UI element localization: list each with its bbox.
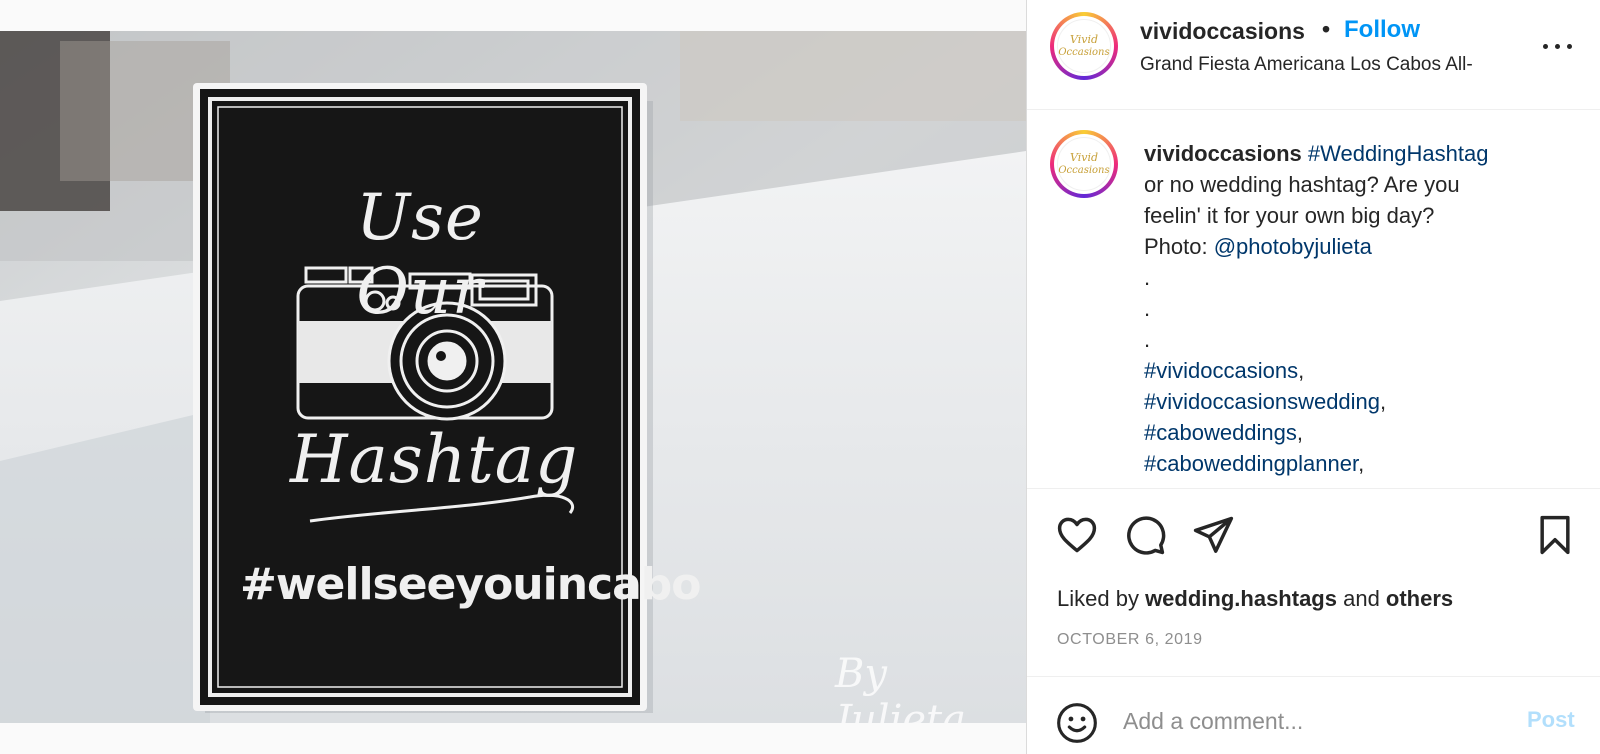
sign-swash: [309, 493, 574, 523]
avatar[interactable]: Vivid Occasions: [1050, 12, 1118, 80]
paper-plane-icon[interactable]: [1191, 513, 1235, 557]
more-horizontal-icon[interactable]: [1543, 34, 1573, 58]
svg-text:Occasions: Occasions: [1058, 165, 1109, 176]
sign-title-line2: Hashtag: [290, 421, 579, 498]
post-date[interactable]: OCTOBER 6, 2019: [1057, 631, 1203, 649]
hashtag-link[interactable]: #vividoccasions: [1144, 358, 1298, 383]
photo-credit-label: Photo:: [1144, 234, 1214, 259]
hashtag-link[interactable]: #WeddingHashtag: [1308, 141, 1489, 166]
avatar-logo-icon: Vivid Occasions: [1058, 151, 1109, 176]
caption-area: Vivid Occasions vividoccasions #WeddingH…: [1027, 110, 1600, 488]
svg-text:Vivid: Vivid: [1070, 151, 1098, 164]
hashtag-sign-image: [0, 31, 1026, 723]
liker-username[interactable]: wedding.hashtags: [1145, 586, 1337, 611]
caption-line: feelin' it for your own big day?: [1144, 203, 1435, 228]
caption-text: vividoccasions #WeddingHashtag or no wed…: [1144, 138, 1574, 479]
smiley-icon[interactable]: [1055, 701, 1099, 745]
post-comment-button[interactable]: Post: [1527, 707, 1575, 733]
avatar-logo-text: Vivid: [1070, 33, 1098, 46]
mention-link[interactable]: @photobyjulieta: [1214, 234, 1372, 259]
hashtag-link[interactable]: #caboweddingplanner: [1144, 451, 1358, 476]
caption-dot: .: [1144, 265, 1151, 290]
heart-icon[interactable]: [1055, 513, 1099, 557]
likes-prefix: Liked by: [1057, 586, 1146, 611]
post-photo[interactable]: Use Our Hashtag #wellseeyouincabo By Jul…: [0, 31, 1026, 723]
action-bar: [1027, 488, 1600, 580]
comment-icon[interactable]: [1123, 513, 1167, 557]
location-link[interactable]: Grand Fiesta Americana Los Cabos All-: [1140, 54, 1520, 76]
hashtag-link[interactable]: #vividoccasionswedding: [1144, 389, 1380, 414]
svg-text:Occasions: Occasions: [1058, 47, 1109, 58]
hashtag-link[interactable]: #caboweddings: [1144, 420, 1297, 445]
caption-line: or no wedding hashtag? Are you: [1144, 172, 1460, 197]
header-separator: •: [1322, 16, 1331, 42]
post-media: Use Our Hashtag #wellseeyouincabo By Jul…: [0, 0, 1026, 754]
photo-watermark: By Julieta: [835, 651, 966, 723]
comment-input[interactable]: [1123, 701, 1503, 741]
caption-dot: .: [1144, 296, 1151, 321]
follow-button[interactable]: Follow: [1344, 16, 1420, 44]
likes-summary: Liked by wedding.hashtags and others: [1057, 586, 1453, 612]
header-username[interactable]: vividoccasions: [1140, 18, 1305, 45]
post-side-panel: Vivid Occasions vividoccasions • Follow …: [1026, 0, 1600, 754]
sign-title-line1: Use Our: [356, 181, 484, 329]
avatar-logo-icon: Vivid Occasions: [1058, 33, 1109, 58]
caption-dot: .: [1144, 327, 1151, 352]
likes-others-link[interactable]: others: [1386, 586, 1453, 611]
post-header: Vivid Occasions vividoccasions • Follow …: [1027, 0, 1600, 110]
caption-username[interactable]: vividoccasions: [1144, 141, 1302, 166]
caption-avatar[interactable]: Vivid Occasions: [1050, 130, 1118, 198]
sign-hashtag: #wellseeyouincabo: [240, 559, 702, 610]
bookmark-icon[interactable]: [1533, 513, 1577, 557]
comment-bar: Post: [1027, 676, 1600, 754]
likes-middle: and: [1336, 586, 1386, 611]
